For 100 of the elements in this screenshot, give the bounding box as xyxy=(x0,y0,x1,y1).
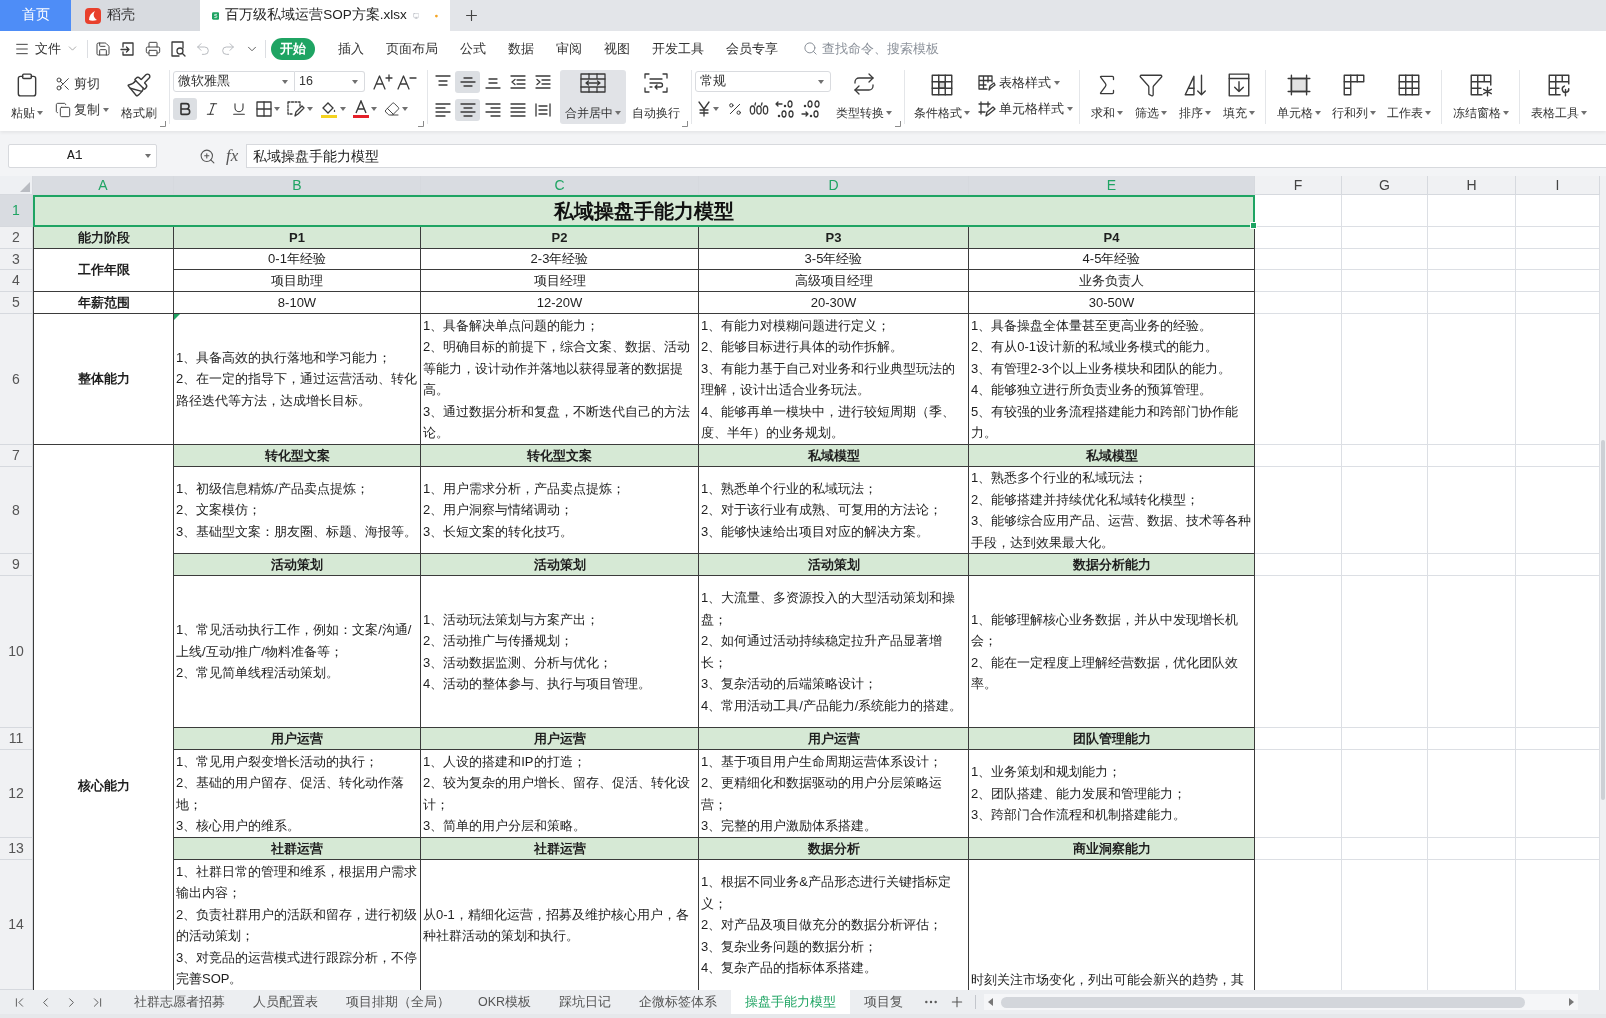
font-color-button[interactable] xyxy=(351,98,379,120)
table-style-button[interactable]: 表格样式 xyxy=(977,72,1074,94)
tab[interactable]: 百万级私域运营SOP方案.xlsx xyxy=(200,0,450,31)
row-header[interactable]: 7 xyxy=(0,445,33,467)
conditional-format-button[interactable]: 条件格式 xyxy=(913,70,971,124)
fill-button[interactable]: 填充 xyxy=(1222,70,1256,124)
scroll-left-icon[interactable] xyxy=(988,998,994,1006)
column-header[interactable]: F xyxy=(1255,176,1342,195)
cell-button[interactable]: 单元格 xyxy=(1276,70,1322,124)
sheet-tab[interactable]: 企微标签体系 xyxy=(625,990,732,1014)
align-button[interactable] xyxy=(455,99,480,121)
merge-center-button[interactable]: 合并居中 xyxy=(560,70,626,124)
menu-tab[interactable]: 数据 xyxy=(497,37,545,60)
search-input[interactable]: 查找命令、搜索模板 xyxy=(822,38,946,59)
header-corner[interactable] xyxy=(0,176,33,195)
menu-tab[interactable]: 视图 xyxy=(593,37,641,60)
tab[interactable]: 稻壳 xyxy=(71,0,200,31)
row-header[interactable]: 2 xyxy=(0,227,33,249)
row-header[interactable]: 5 xyxy=(0,292,33,314)
decrease-decimal-icon[interactable] xyxy=(801,100,821,118)
align-button[interactable] xyxy=(455,71,480,93)
sort-button[interactable]: 排序 xyxy=(1178,70,1212,124)
cell-style-button[interactable]: 单元格样式 xyxy=(977,98,1074,120)
type-convert-button[interactable]: 类型转换 xyxy=(835,70,893,124)
sum-button[interactable]: 求和 xyxy=(1090,70,1124,124)
align-left-icon xyxy=(434,103,451,117)
document-arrow-icon[interactable] xyxy=(120,40,136,57)
bold-button[interactable] xyxy=(173,98,197,120)
percent-icon[interactable] xyxy=(727,101,743,117)
sheet-tab[interactable]: 项目排期（全局） xyxy=(332,990,464,1014)
font-grow-icon[interactable] xyxy=(373,73,393,90)
corner-mark-icon[interactable] xyxy=(160,121,166,127)
sheet-tab[interactable]: 项目复 xyxy=(850,990,918,1014)
table-cell: 业务负责人 xyxy=(969,270,1255,292)
row-header[interactable]: 6 xyxy=(0,314,33,445)
row-header[interactable]: 9 xyxy=(0,554,33,576)
wrap-text-button[interactable]: 自动换行 xyxy=(631,70,681,124)
number-format-field[interactable]: 常规 xyxy=(695,71,831,92)
cell-name-field[interactable]: A1 xyxy=(8,144,157,168)
row-header[interactable]: 8 xyxy=(0,467,33,554)
cut-button[interactable]: 剪切 xyxy=(54,73,110,95)
scrollbar-thumb[interactable] xyxy=(1001,996,1525,1008)
select-all-icon[interactable] xyxy=(20,182,30,192)
menu-tab[interactable]: 页面布局 xyxy=(375,37,449,60)
undo-icon[interactable] xyxy=(195,40,211,57)
menu-tab[interactable]: 审阅 xyxy=(545,37,593,60)
sheet-tab[interactable]: 踩坑日记 xyxy=(545,990,626,1014)
function-button[interactable]: fx xyxy=(224,144,241,168)
eraser-icon xyxy=(384,101,400,117)
table-header-cell: 社群运营 xyxy=(174,838,421,860)
menu-tab[interactable]: 插入 xyxy=(327,37,375,60)
copy-button[interactable]: 复制 xyxy=(54,99,110,121)
increase-decimal-icon[interactable] xyxy=(775,100,795,118)
plus-icon[interactable] xyxy=(463,7,480,24)
redo-icon[interactable] xyxy=(220,40,236,57)
sheet-tab[interactable]: OKR模板 xyxy=(464,990,546,1014)
menu-tab[interactable]: 会员专享 xyxy=(715,37,789,60)
row-header[interactable]: 12 xyxy=(0,750,33,838)
row-header[interactable]: 4 xyxy=(0,270,33,292)
worksheet-button[interactable]: 工作表 xyxy=(1386,70,1432,124)
rows-columns-button[interactable]: 行和列 xyxy=(1331,70,1377,124)
save-icon[interactable] xyxy=(95,40,111,57)
column-header[interactable]: G xyxy=(1342,176,1428,195)
sheet-tab[interactable]: 社群志愿者招募 xyxy=(120,990,239,1014)
scroll-right-icon[interactable] xyxy=(1569,998,1574,1006)
freeze-panes-button[interactable]: 冻结窗格 xyxy=(1452,70,1510,124)
table-cell: 1、熟悉单个行业的私域玩法； 2、对于该行业有成熟、可复用的方法论； 3、能够快速给出项目对应的解决方案。 xyxy=(699,467,969,554)
formula-field[interactable]: 私域操盘手能力模型 xyxy=(246,144,1606,168)
column-header[interactable]: I xyxy=(1516,176,1600,195)
title-cell[interactable]: 私域操盘手能力模型 xyxy=(33,195,1255,227)
align-center-icon xyxy=(459,103,476,117)
filter-button[interactable]: 筛选 xyxy=(1134,70,1168,124)
printer-icon[interactable] xyxy=(145,40,161,57)
menu-tab[interactable]: 公式 xyxy=(449,37,497,60)
font-shrink-icon[interactable] xyxy=(397,73,417,90)
table-tools-button[interactable]: 表格工具 xyxy=(1530,70,1588,124)
column-header[interactable]: H xyxy=(1428,176,1516,195)
sheet-tab[interactable]: 人员配置表 xyxy=(239,990,332,1014)
zoom-in-icon[interactable] xyxy=(199,148,216,165)
row-header[interactable]: 10 xyxy=(0,576,33,728)
row-header[interactable]: 14 xyxy=(0,860,33,990)
row-header[interactable]: 3 xyxy=(0,249,33,270)
corner-mark-icon[interactable] xyxy=(418,121,424,127)
document-search-icon[interactable] xyxy=(170,40,186,57)
corner-mark-icon[interactable] xyxy=(682,121,688,127)
format-painter-button[interactable]: 格式刷 xyxy=(120,70,158,124)
paste-button[interactable]: 粘贴 xyxy=(10,70,44,124)
cell-frame-icon xyxy=(1286,72,1312,98)
borders-button[interactable] xyxy=(254,98,282,120)
table-cell: 30-50W xyxy=(969,292,1255,314)
file-menu-button[interactable]: 文件 xyxy=(14,38,79,59)
corner-mark-icon[interactable] xyxy=(895,121,901,127)
menu-tab[interactable]: 开发工具 xyxy=(641,37,715,60)
row-header[interactable]: 13 xyxy=(0,838,33,860)
row-header[interactable]: 11 xyxy=(0,728,33,750)
font-name-field[interactable]: 微软雅黑 xyxy=(173,71,295,92)
horizontal-scrollbar[interactable] xyxy=(984,994,1578,1010)
font-size-field[interactable]: 16 xyxy=(295,71,365,92)
fill-handle[interactable] xyxy=(1250,222,1257,229)
thousands-icon[interactable] xyxy=(749,102,769,116)
